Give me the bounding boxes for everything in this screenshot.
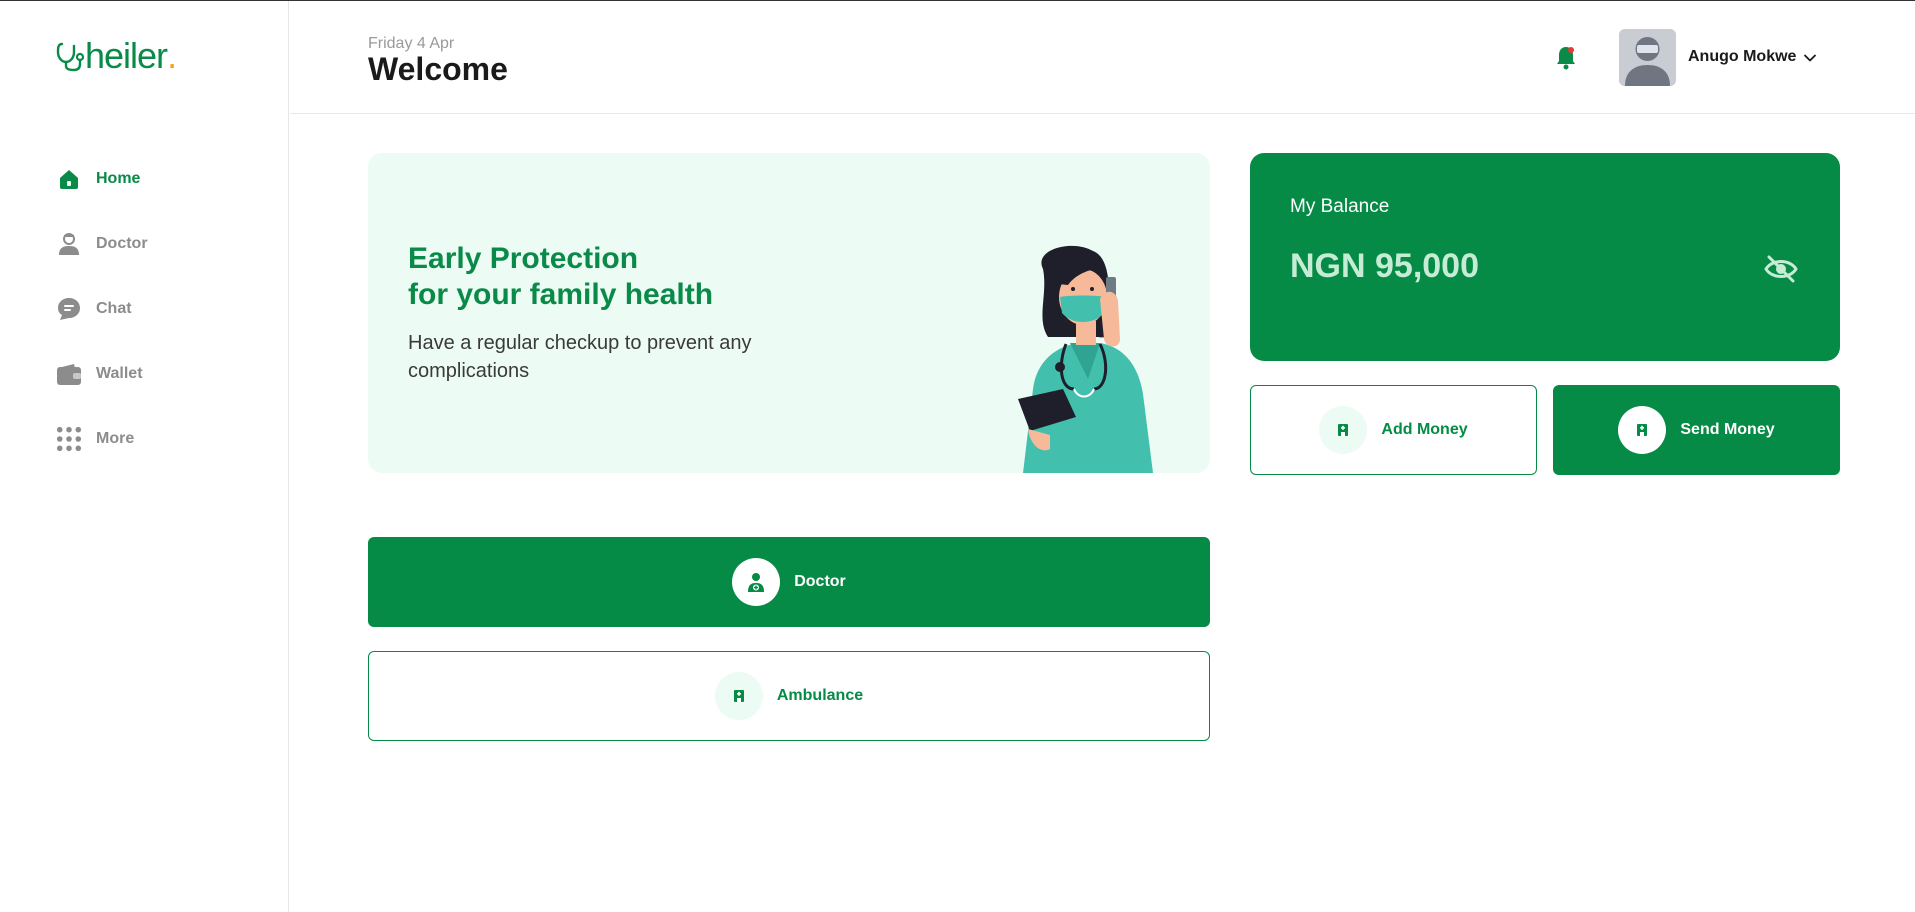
top-header: Friday 4 Apr Welcome Anugo Mokwe bbox=[290, 1, 1915, 114]
balance-label: My Balance bbox=[1290, 196, 1390, 217]
sidebar-item-home[interactable]: Home bbox=[56, 146, 148, 211]
eye-off-icon[interactable] bbox=[1764, 254, 1798, 284]
brand-logo[interactable]: heiler. bbox=[56, 37, 177, 75]
sidebar-item-label: Home bbox=[96, 169, 141, 187]
sidebar-item-chat[interactable]: Chat bbox=[56, 276, 148, 341]
home-icon bbox=[56, 166, 82, 192]
page-title: Welcome bbox=[368, 51, 508, 87]
brand-name: heiler bbox=[85, 35, 168, 76]
sidebar-item-label: Wallet bbox=[96, 364, 143, 382]
sidebar-item-label: Doctor bbox=[96, 234, 148, 252]
sidebar-item-label: Chat bbox=[96, 299, 132, 317]
promo-subtitle: Have a regular checkup to prevent any co… bbox=[408, 332, 752, 382]
sidebar-item-label: More bbox=[96, 429, 135, 447]
sidebar: heiler. Home Doctor Chat Wallet More bbox=[0, 1, 289, 912]
promo-title: Early Protection for your family health bbox=[408, 241, 828, 313]
doctor-add-icon bbox=[732, 558, 781, 606]
balance-amount: NGN 95,000 bbox=[1290, 247, 1479, 285]
brand-dot: . bbox=[167, 35, 178, 76]
hospital-icon bbox=[1319, 406, 1368, 454]
add-money-button[interactable]: Add Money bbox=[1250, 385, 1537, 475]
wallet-icon bbox=[56, 361, 82, 387]
hospital-icon bbox=[1618, 406, 1667, 454]
doctor-button-label: Doctor bbox=[794, 573, 846, 590]
balance-card: My Balance NGN 95,000 bbox=[1250, 153, 1840, 361]
chevron-down-icon[interactable] bbox=[1803, 51, 1817, 65]
promo-card: Early Protection for your family health … bbox=[368, 153, 1210, 473]
send-money-button[interactable]: Send Money bbox=[1553, 385, 1840, 475]
sidebar-item-more[interactable]: More bbox=[56, 406, 148, 471]
send-money-label: Send Money bbox=[1680, 421, 1775, 438]
hospital-icon bbox=[714, 672, 763, 720]
sidebar-nav: Home Doctor Chat Wallet More bbox=[56, 146, 148, 471]
doctor-icon bbox=[56, 231, 82, 257]
ambulance-button-label: Ambulance bbox=[776, 687, 864, 704]
nurse-illustration bbox=[988, 239, 1188, 473]
sidebar-item-wallet[interactable]: Wallet bbox=[56, 341, 148, 406]
avatar[interactable] bbox=[1619, 29, 1676, 86]
grid-icon bbox=[56, 426, 82, 452]
sidebar-item-doctor[interactable]: Doctor bbox=[56, 211, 148, 276]
add-money-label: Add Money bbox=[1381, 421, 1468, 438]
promo-title-line1: Early Protection bbox=[408, 242, 639, 275]
doctor-button[interactable]: Doctor bbox=[368, 537, 1210, 627]
chat-icon bbox=[56, 296, 82, 322]
ambulance-button[interactable]: Ambulance bbox=[368, 651, 1210, 741]
promo-title-line2: for your family health bbox=[408, 278, 714, 311]
stethoscope-icon bbox=[56, 42, 84, 72]
user-name[interactable]: Anugo Mokwe bbox=[1688, 48, 1796, 66]
bell-icon[interactable] bbox=[1555, 45, 1577, 71]
